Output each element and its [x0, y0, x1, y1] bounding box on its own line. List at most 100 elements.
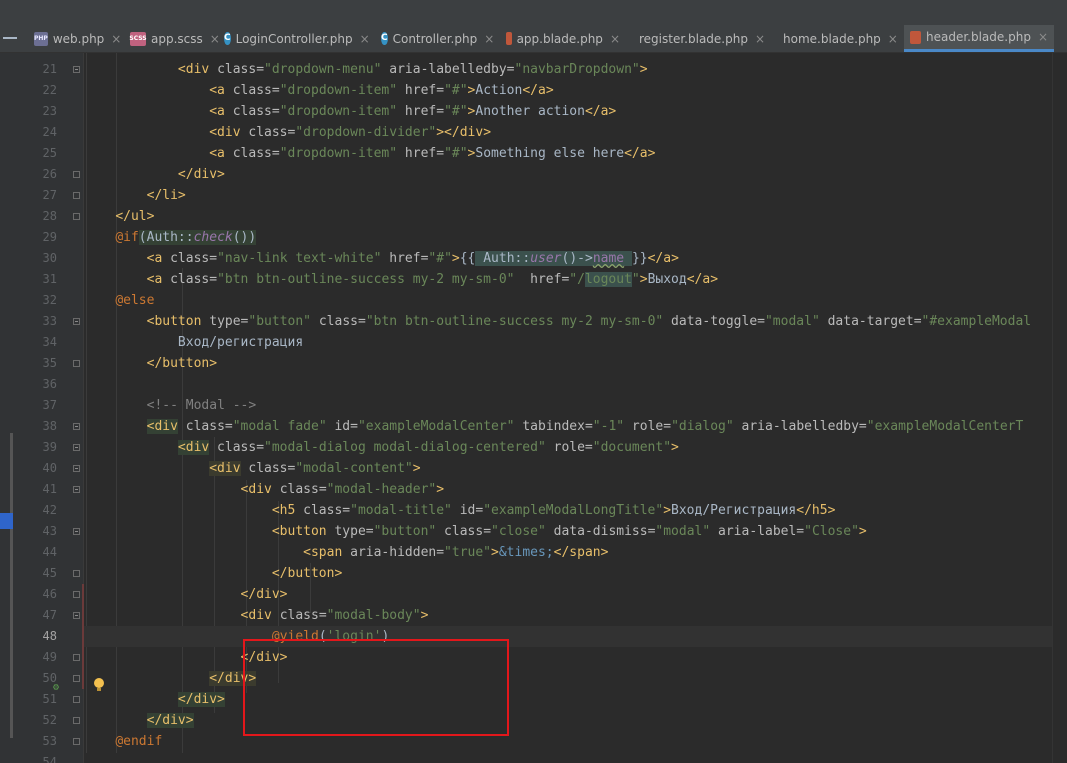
editor-tab-bar: PHP web.php × SCSS app.scss × C LoginController… — [0, 25, 1067, 53]
code-line[interactable]: <div class="modal fade" id="exampleModal… — [84, 416, 1067, 437]
line-number: 28 — [42, 209, 57, 223]
code-line[interactable]: </li> — [84, 185, 1067, 206]
code-line[interactable] — [84, 374, 1067, 395]
code-line[interactable]: </div> — [84, 668, 1067, 689]
code-line[interactable]: <a class="nav-link text-white" href="#">… — [84, 248, 1067, 269]
highlight-annotation-box — [243, 639, 509, 736]
close-icon[interactable]: × — [610, 32, 620, 46]
fold-toggle-icon[interactable] — [73, 528, 80, 535]
line-number: 35 — [42, 356, 57, 370]
tab-web-php[interactable]: PHP web.php × — [28, 25, 121, 52]
code-line[interactable]: <a class="dropdown-item" href="#">Anothe… — [84, 101, 1067, 122]
code-area[interactable]: <div class="dropdown-menu" aria-labelled… — [84, 53, 1067, 763]
implementation-gutter-icon[interactable]: ⚙ — [53, 683, 63, 693]
tab-label: app.blade.php — [516, 31, 603, 46]
code-line[interactable]: Вход/регистрация — [84, 332, 1067, 353]
fold-toggle-icon[interactable] — [73, 444, 80, 451]
line-number: 29 — [42, 230, 57, 244]
fold-toggle-icon[interactable] — [73, 612, 80, 619]
code-line[interactable]: <div class="modal-content"> — [84, 458, 1067, 479]
fold-toggle-icon[interactable] — [73, 738, 80, 745]
fold-toggle-icon[interactable] — [73, 423, 80, 430]
line-number: 53 — [42, 734, 57, 748]
close-icon[interactable]: × — [1038, 30, 1048, 44]
fold-toggle-icon[interactable] — [73, 360, 80, 367]
line-number: 41 — [42, 482, 57, 496]
line-number: 54 — [42, 755, 57, 763]
close-icon[interactable]: × — [484, 32, 494, 46]
vertical-scrollbar[interactable] — [1052, 53, 1067, 763]
tab-controller-php[interactable]: C Controller.php × — [375, 25, 498, 52]
line-number: 37 — [42, 398, 57, 412]
code-line[interactable]: </div> — [84, 689, 1067, 710]
code-line[interactable]: @yield('login') — [84, 626, 1067, 647]
fold-toggle-icon[interactable] — [73, 654, 80, 661]
intention-lightbulb-icon[interactable] — [92, 677, 106, 693]
line-number: 22 — [42, 83, 57, 97]
fold-toggle-icon[interactable] — [73, 465, 80, 472]
code-editor[interactable]: 21 22 23 24 25 26 27 28 29 30 31 32 33 34 35 36 37 38 39 40… — [0, 53, 1067, 763]
window-title-strip — [0, 0, 1067, 25]
close-icon[interactable]: × — [888, 32, 898, 46]
code-line[interactable]: </ul> — [84, 206, 1067, 227]
code-line[interactable]: </button> — [84, 563, 1067, 584]
code-line[interactable]: @else — [84, 290, 1067, 311]
fold-toggle-icon[interactable] — [73, 591, 80, 598]
fold-toggle-icon[interactable] — [73, 213, 80, 220]
tab-logincontroller-php[interactable]: C LoginController.php × — [218, 25, 373, 52]
code-line[interactable]: <span aria-hidden="true">&times;</span> — [84, 542, 1067, 563]
code-line[interactable]: </div> — [84, 164, 1067, 185]
code-line[interactable]: </div> — [84, 647, 1067, 668]
tab-app-blade-php[interactable]: app.blade.php × — [500, 25, 626, 52]
line-number: 26 — [42, 167, 57, 181]
menu-icon[interactable] — [0, 33, 20, 44]
code-line[interactable]: <div class="dropdown-menu" aria-labelled… — [84, 59, 1067, 80]
fold-toggle-icon[interactable] — [73, 570, 80, 577]
tab-register-blade-php[interactable]: register.blade.php × — [628, 25, 770, 52]
blade-file-icon — [910, 30, 921, 44]
line-number: 31 — [42, 272, 57, 286]
fold-toggle-icon[interactable] — [73, 192, 80, 199]
line-number: 51 — [42, 692, 57, 706]
code-line[interactable]: <a class="btn btn-outline-success my-2 m… — [84, 269, 1067, 290]
fold-toggle-icon[interactable] — [73, 675, 80, 682]
line-number: 27 — [42, 188, 57, 202]
tab-header-blade-php[interactable]: header.blade.php × — [904, 25, 1054, 52]
code-line[interactable]: <button type="button" class="btn btn-out… — [84, 311, 1067, 332]
fold-toggle-icon[interactable] — [73, 171, 80, 178]
fold-toggle-icon[interactable] — [73, 318, 80, 325]
tab-label: register.blade.php — [639, 31, 748, 46]
code-line[interactable]: <a class="dropdown-item" href="#">Action… — [84, 80, 1067, 101]
code-line[interactable]: </div> — [84, 710, 1067, 731]
code-line[interactable]: <div class="modal-body"> — [84, 605, 1067, 626]
code-line[interactable]: <!-- Modal --> — [84, 395, 1067, 416]
fold-toggle-icon[interactable] — [73, 696, 80, 703]
close-icon[interactable]: × — [111, 32, 121, 46]
code-line[interactable]: @if(Auth::check()) — [84, 227, 1067, 248]
line-number: 50 — [42, 671, 57, 685]
fold-toggle-icon[interactable] — [73, 66, 80, 73]
code-line[interactable]: </div> — [84, 584, 1067, 605]
fold-toggle-icon[interactable] — [73, 717, 80, 724]
close-icon[interactable]: × — [755, 32, 765, 46]
code-line[interactable]: </button> — [84, 353, 1067, 374]
line-number-gutter[interactable]: 21 22 23 24 25 26 27 28 29 30 31 32 33 34 35 36 37 38 39 40… — [13, 53, 84, 763]
code-line[interactable]: <div class="modal-header"> — [84, 479, 1067, 500]
line-number: 45 — [42, 566, 57, 580]
tab-label: web.php — [52, 31, 105, 46]
code-line[interactable]: @endif — [84, 731, 1067, 752]
tab-app-scss[interactable]: SCSS app.scss × — [124, 25, 220, 52]
code-line[interactable] — [84, 752, 1067, 763]
code-line[interactable]: <div class="dropdown-divider"></div> — [84, 122, 1067, 143]
fold-toggle-icon[interactable] — [73, 486, 80, 493]
class-file-icon: C — [224, 32, 231, 45]
line-number: 52 — [42, 713, 57, 727]
code-line[interactable]: <a class="dropdown-item" href="#">Someth… — [84, 143, 1067, 164]
code-line[interactable]: <button type="button" class="close" data… — [84, 521, 1067, 542]
tool-window-strip — [0, 53, 13, 763]
close-icon[interactable]: × — [360, 32, 370, 46]
tab-home-blade-php[interactable]: home.blade.php × — [772, 25, 902, 52]
code-line[interactable]: <div class="modal-dialog modal-dialog-ce… — [84, 437, 1067, 458]
code-line[interactable]: <h5 class="modal-title" id="exampleModal… — [84, 500, 1067, 521]
php-file-icon: PHP — [34, 31, 48, 46]
